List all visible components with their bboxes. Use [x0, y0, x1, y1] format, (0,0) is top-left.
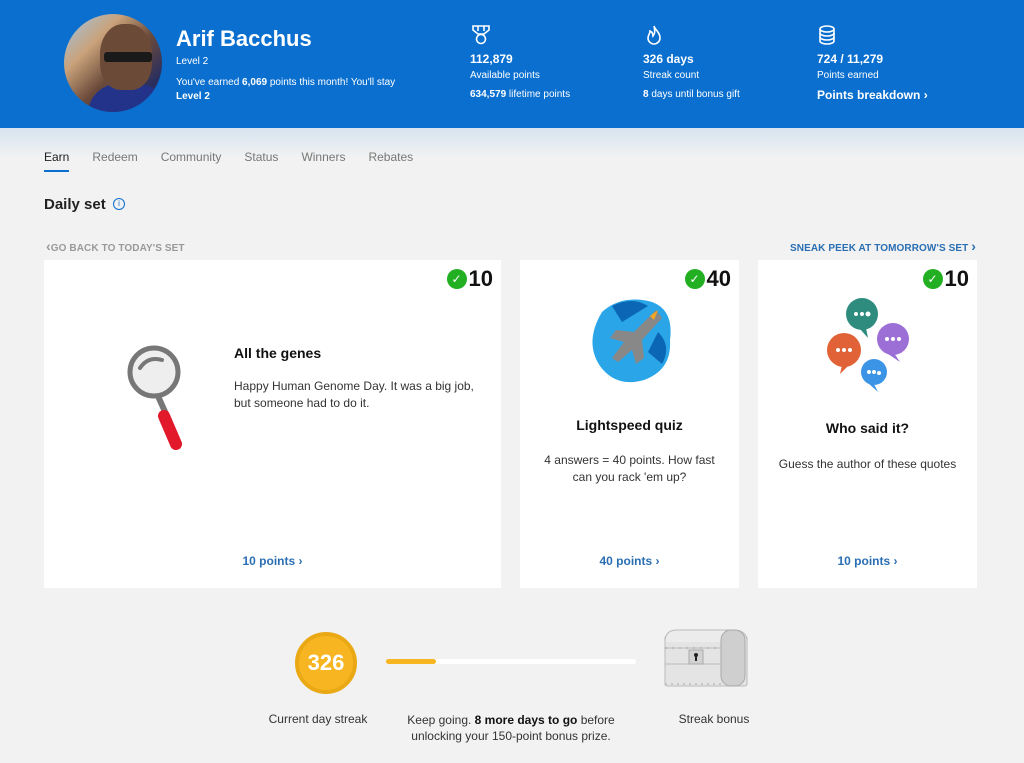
coins-icon [819, 25, 835, 45]
badge-points: 40 [706, 266, 731, 291]
stay-level: Level 2 [176, 91, 210, 102]
tab-earn[interactable]: Earn [44, 150, 70, 172]
daily-card-lightspeed-quiz[interactable]: ✓ 40 Lightspeed quiz 4 answers = 40 poin… [520, 260, 739, 588]
streak-progress-bar [386, 659, 636, 664]
points-badge: ✓ 10 [922, 266, 969, 292]
avatar[interactable] [64, 14, 162, 112]
sneak-peek-link[interactable]: SNEAK PEEK AT TOMORROW'S SET › [790, 238, 976, 254]
lifetime-points-value: 634,579 [470, 89, 507, 100]
user-level: Level 2 [176, 56, 209, 67]
lifetime-points: 634,579 lifetime points [470, 89, 570, 100]
card-title: All the genes [234, 345, 322, 361]
main-tabs: Earn Redeem Community Status Winners Reb… [44, 150, 436, 172]
streak-msg-prefix: Keep going. [407, 713, 475, 727]
card-description: Guess the author of these quotes [778, 457, 957, 471]
points-earned-value: 724 / 11,279 [817, 52, 884, 66]
profile-header: Arif Bacchus Level 2 You've earned 6,069… [0, 0, 1024, 128]
streak-progress-fill [386, 659, 436, 664]
avatar-glasses [104, 52, 152, 62]
user-monthly-message: You've earned 6,069 points this month! Y… [176, 76, 411, 104]
points-breakdown-label: Points breakdown [817, 88, 921, 102]
medal-icon [472, 25, 490, 45]
streak-count-value: 326 days [643, 52, 694, 66]
streak-count-badge: 326 [295, 632, 357, 694]
tab-redeem[interactable]: Redeem [92, 150, 137, 172]
flame-icon [647, 25, 661, 45]
check-icon: ✓ [684, 269, 705, 289]
monthly-points: 6,069 [242, 77, 268, 88]
card-title: Who said it? [825, 420, 910, 436]
tab-rebates[interactable]: Rebates [368, 150, 413, 172]
sneak-peek-label: SNEAK PEEK AT TOMORROW'S SET [790, 243, 969, 254]
streak-bonus-label: Streak bonus [678, 712, 750, 726]
streak-message: Keep going. 8 more days to go before unl… [395, 712, 627, 744]
points-breakdown-link[interactable]: Points breakdown › [817, 88, 928, 102]
go-back-link[interactable]: ‹GO BACK TO TODAY'S SET [46, 238, 185, 254]
daily-set-title: Daily set [44, 196, 106, 213]
jet-icon [592, 299, 671, 383]
available-points-value: 112,879 [470, 52, 513, 66]
go-back-label: GO BACK TO TODAY'S SET [50, 243, 185, 254]
stat-points-earned: 724 / 11,279 Points earned Points breakd… [817, 24, 928, 102]
chevron-right-icon: › [923, 88, 928, 102]
daily-card-genes[interactable]: ✓ 10 All the genes Happy Human Genome Da… [44, 260, 501, 588]
badge-points: 10 [468, 266, 493, 291]
daily-card-who-said-it[interactable]: ✓ 10 Who said it? Guess the author of th… [758, 260, 977, 588]
current-streak-label: Current day streak [268, 712, 368, 726]
msg-middle: points this month! You'll stay [267, 77, 396, 88]
card-description: 4 answers = 40 points. How fast can you … [544, 453, 715, 484]
card-points-link[interactable]: 10 points › [44, 554, 501, 568]
points-earned-label: Points earned [817, 70, 879, 81]
card-title: Lightspeed quiz [576, 417, 683, 433]
check-icon: ✓ [446, 269, 467, 289]
magnifier-icon [127, 345, 182, 450]
badge-points: 10 [944, 266, 969, 291]
streak-count-label: Streak count [643, 70, 700, 81]
bonus-gift-countdown: 8 days until bonus gift [643, 89, 740, 100]
card-description: Happy Human Genome Day. It was a big job… [234, 379, 474, 410]
info-icon[interactable]: i [113, 198, 125, 210]
days-to-go: 8 more days to go [474, 713, 578, 727]
days-until-bonus-label: days until bonus gift [648, 89, 740, 100]
points-badge: ✓ 10 [446, 266, 493, 292]
card-points-link[interactable]: 10 points › [758, 554, 977, 568]
chevron-right-icon: › [971, 238, 976, 254]
card-points-link[interactable]: 40 points › [520, 554, 739, 568]
lifetime-points-label: lifetime points [506, 89, 571, 100]
chat-bubbles-icon [827, 298, 909, 392]
msg-prefix: You've earned [176, 77, 243, 88]
stat-streak: 326 days Streak count 8 days until bonus… [643, 24, 740, 100]
check-icon: ✓ [922, 269, 943, 289]
tab-status[interactable]: Status [244, 150, 278, 172]
tab-winners[interactable]: Winners [301, 150, 345, 172]
user-name: Arif Bacchus [176, 26, 312, 51]
points-badge: ✓ 40 [684, 266, 731, 292]
treasure-chest-icon [664, 629, 748, 687]
stat-available-points: 112,879 Available points 634,579 lifetim… [470, 24, 570, 100]
tab-community[interactable]: Community [161, 150, 222, 172]
available-points-label: Available points [470, 70, 540, 81]
